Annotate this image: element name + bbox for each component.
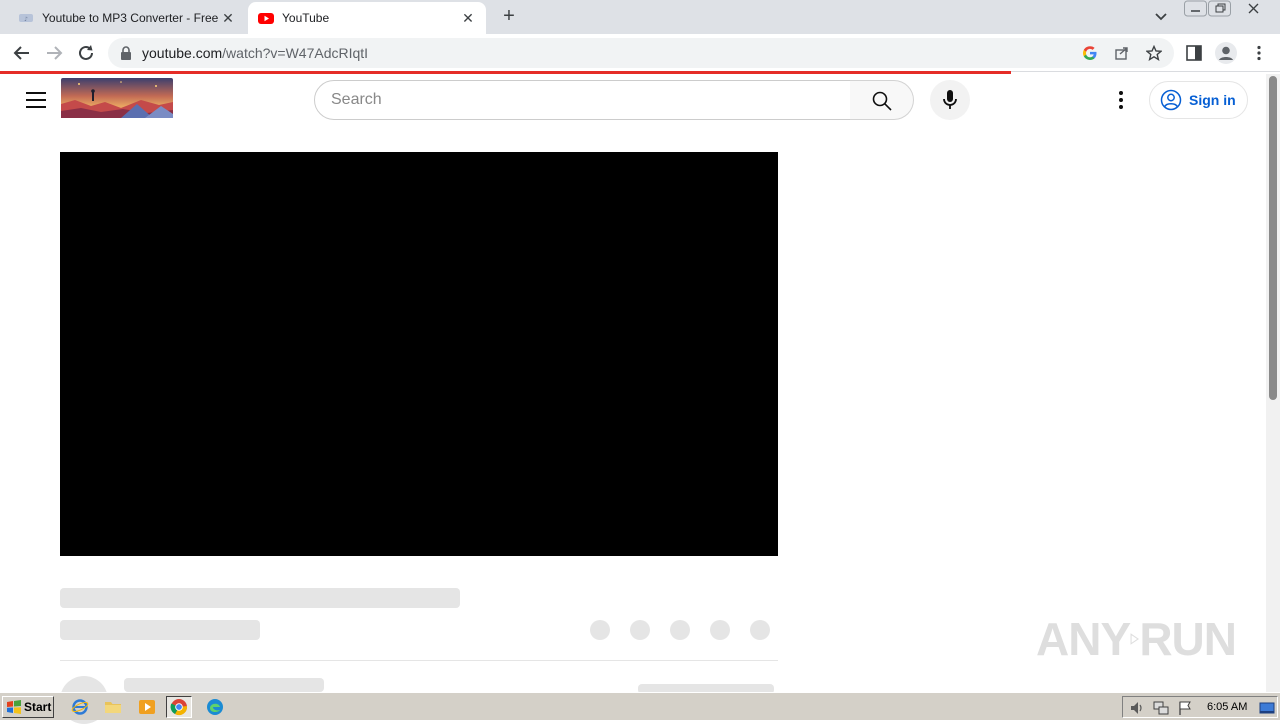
action-skeleton — [750, 620, 770, 640]
anyrun-watermark: ANY RUN — [1036, 608, 1237, 670]
settings-more-icon[interactable] — [1110, 88, 1132, 112]
back-icon[interactable] — [11, 42, 33, 64]
reload-icon[interactable] — [75, 42, 97, 64]
title-skeleton — [60, 588, 460, 608]
forward-icon[interactable] — [43, 42, 65, 64]
start-button[interactable]: Start — [2, 696, 54, 718]
account-circle-icon — [1160, 89, 1182, 111]
restore-icon[interactable] — [1208, 0, 1232, 18]
close-tab-icon[interactable]: ✕ — [220, 10, 236, 26]
action-skeleton — [670, 620, 690, 640]
clock[interactable]: 6:05 AM — [1207, 701, 1247, 713]
profile-avatar-icon[interactable] — [1214, 41, 1238, 65]
share-icon[interactable] — [1114, 45, 1130, 61]
youtube-masthead: Sign in — [0, 74, 1266, 130]
tab-youtube[interactable]: YouTube ✕ — [248, 2, 486, 34]
taskbar: Start 6:05 AM — [0, 692, 1280, 720]
owner-skeleton — [124, 678, 324, 692]
channel-skeleton — [60, 620, 260, 640]
volume-icon[interactable] — [1129, 700, 1145, 716]
tab-title: Youtube to MP3 Converter - Free MP — [42, 11, 220, 25]
show-desktop-icon[interactable] — [1259, 700, 1275, 716]
voice-search-button[interactable] — [930, 80, 970, 120]
scrollbar-thumb[interactable] — [1269, 76, 1277, 400]
url-host: youtube.com — [142, 45, 223, 61]
video-player[interactable] — [60, 152, 778, 556]
action-skeleton — [630, 620, 650, 640]
sign-in-label: Sign in — [1189, 92, 1236, 108]
lock-icon[interactable] — [120, 46, 132, 60]
google-icon[interactable] — [1082, 45, 1098, 61]
side-panel-icon[interactable] — [1185, 44, 1203, 62]
close-window-icon[interactable] — [1242, 0, 1266, 18]
system-tray: 6:05 AM — [1122, 696, 1278, 718]
edge-icon[interactable] — [206, 698, 224, 716]
tab-title: YouTube — [282, 11, 330, 25]
internet-explorer-icon[interactable] — [71, 698, 89, 716]
kebab-menu-icon[interactable] — [1250, 44, 1268, 62]
search-button[interactable] — [850, 80, 914, 120]
microphone-icon — [943, 90, 957, 109]
browser-toolbar: youtube.com/watch?v=W47AdcRIqtI — [0, 34, 1280, 72]
search-input[interactable] — [315, 81, 850, 119]
chrome-taskbar-button[interactable] — [166, 696, 192, 718]
youtube-doodle-logo[interactable] — [61, 78, 173, 118]
url-text[interactable]: youtube.com/watch?v=W47AdcRIqtI — [142, 45, 368, 61]
watermark-play-icon — [1130, 633, 1140, 645]
tab-strip: ♪ Youtube to MP3 Converter - Free MP ✕ Y… — [0, 0, 1280, 34]
url-path: /watch?v=W47AdcRIqtI — [222, 45, 369, 61]
hamburger-menu-icon[interactable] — [26, 92, 46, 108]
watermark-text-right: RUN — [1139, 613, 1237, 665]
start-label: Start — [24, 700, 52, 714]
action-skeleton — [710, 620, 730, 640]
action-skeleton — [590, 620, 610, 640]
media-player-icon[interactable] — [138, 698, 156, 716]
action-center-flag-icon[interactable] — [1177, 700, 1193, 716]
page-scrollbar[interactable] — [1266, 74, 1280, 692]
search-icon — [872, 91, 892, 111]
address-bar[interactable]: youtube.com/watch?v=W47AdcRIqtI — [108, 38, 1174, 68]
watermark-text-left: ANY — [1036, 613, 1131, 665]
network-icon[interactable] — [1153, 700, 1169, 716]
new-tab-button[interactable]: + — [498, 6, 520, 28]
sign-in-button[interactable]: Sign in — [1149, 81, 1248, 119]
tab-search-chevron-icon[interactable] — [1152, 8, 1170, 26]
svg-text:♪: ♪ — [24, 16, 28, 23]
close-tab-icon[interactable]: ✕ — [460, 10, 476, 26]
youtube-favicon-icon — [258, 13, 274, 24]
chrome-icon — [170, 699, 187, 716]
search-box[interactable] — [314, 80, 851, 120]
tab-converter[interactable]: ♪ Youtube to MP3 Converter - Free MP ✕ — [8, 2, 246, 34]
file-explorer-icon[interactable] — [104, 698, 122, 716]
divider — [60, 660, 778, 661]
minimize-icon[interactable] — [1184, 0, 1208, 18]
bookmark-star-icon[interactable] — [1146, 45, 1162, 61]
windows-logo-icon — [7, 700, 21, 714]
converter-favicon-icon: ♪ — [19, 14, 33, 23]
